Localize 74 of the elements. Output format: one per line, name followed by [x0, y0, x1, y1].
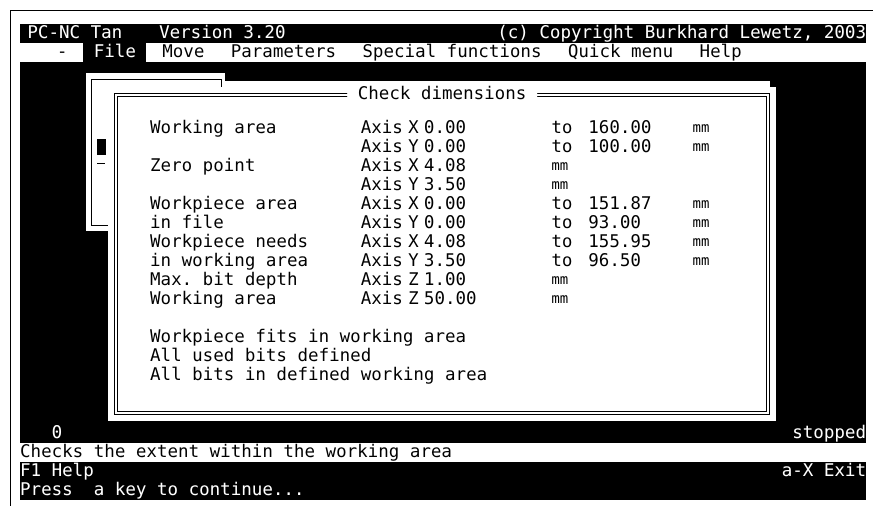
axis-letter: X — [408, 157, 420, 176]
axis-letter: Z — [408, 290, 420, 309]
row-label: in file — [150, 214, 225, 233]
axis-label: Axis — [360, 214, 404, 233]
axis-letter: Y — [408, 214, 420, 233]
text-cursor — [97, 139, 106, 155]
unit-text: mm — [692, 233, 710, 252]
unit-text: mm — [692, 252, 710, 271]
machine-state: stopped — [792, 424, 866, 443]
axis-letter: Z — [408, 271, 420, 290]
check-message: Workpiece fits in working area — [150, 328, 468, 347]
value-text: 100.00 — [588, 138, 652, 157]
to-text: to — [551, 233, 574, 252]
axis-label: Axis — [360, 157, 404, 176]
value-text: 1.00 — [424, 271, 468, 290]
unit-text: mm — [551, 271, 570, 290]
row-label: Working area — [150, 119, 278, 138]
axis-label: Axis — [360, 252, 404, 271]
unit-text: mm — [551, 176, 570, 195]
to-text: to — [551, 252, 574, 271]
axis-letter: Y — [408, 176, 420, 195]
exit-key[interactable]: a-X Exit — [782, 462, 866, 481]
axis-letter: Y — [408, 138, 420, 157]
axis-label: Axis — [360, 195, 404, 214]
to-text: to — [551, 138, 574, 157]
axis-label: Axis — [360, 271, 404, 290]
axis-letter: X — [408, 233, 420, 252]
to-text: to — [551, 195, 574, 214]
to-text: to — [551, 214, 574, 233]
axis-label: Axis — [360, 119, 404, 138]
value-text: 3.50 — [424, 252, 468, 271]
product-name: PC-NC Tan — [27, 24, 122, 43]
menu-item[interactable]: File — [83, 43, 146, 62]
value-text: 93.00 — [588, 214, 642, 233]
help-key[interactable]: F1 Help — [20, 462, 94, 481]
axis-label: Axis — [360, 138, 404, 157]
value-text: 0.00 — [424, 138, 468, 157]
position-value: 0 — [50, 424, 62, 443]
to-text: to — [551, 119, 574, 138]
check-message: All used bits defined — [150, 347, 372, 366]
unit-text: mm — [551, 157, 570, 176]
value-text: 0.00 — [424, 195, 468, 214]
value-text: 151.87 — [588, 195, 652, 214]
row-label: Zero point — [150, 157, 256, 176]
value-text: 96.50 — [588, 252, 642, 271]
axis-letter: X — [408, 195, 420, 214]
copyright-text: (c) Copyright Burkhard Lewetz, 2003 — [497, 24, 866, 43]
axis-label: Axis — [360, 233, 404, 252]
unit-text: mm — [692, 119, 710, 138]
check-message: All bits in defined working area — [150, 366, 488, 385]
row-label: Workpiece needs — [150, 233, 310, 252]
row-label: Workpiece area — [150, 195, 299, 214]
unit-text: mm — [692, 195, 710, 214]
value-text: 3.50 — [424, 176, 468, 195]
unit-text: mm — [692, 214, 710, 233]
value-text: 0.00 — [424, 214, 468, 233]
value-text: 160.00 — [588, 119, 652, 138]
row-label: Working area — [150, 290, 278, 309]
unit-text: mm — [551, 290, 570, 309]
value-text: 50.00 — [424, 290, 478, 309]
status-text: Checks the extent within the working area — [20, 443, 452, 462]
value-text: 4.08 — [424, 233, 468, 252]
row-label: Max. bit depth — [150, 271, 299, 290]
axis-letter: X — [408, 119, 420, 138]
value-text: 0.00 — [424, 119, 468, 138]
axis-label: Axis — [360, 290, 404, 309]
value-text: 4.08 — [424, 157, 468, 176]
value-text: 155.95 — [588, 233, 652, 252]
axis-letter: Y — [408, 252, 420, 271]
axis-label: Axis — [360, 176, 404, 195]
unit-text: mm — [692, 138, 710, 157]
version-text: Version 3.20 — [159, 24, 286, 43]
row-label: in working area — [150, 252, 310, 271]
prompt-text: Press a key to continue... — [20, 481, 304, 500]
